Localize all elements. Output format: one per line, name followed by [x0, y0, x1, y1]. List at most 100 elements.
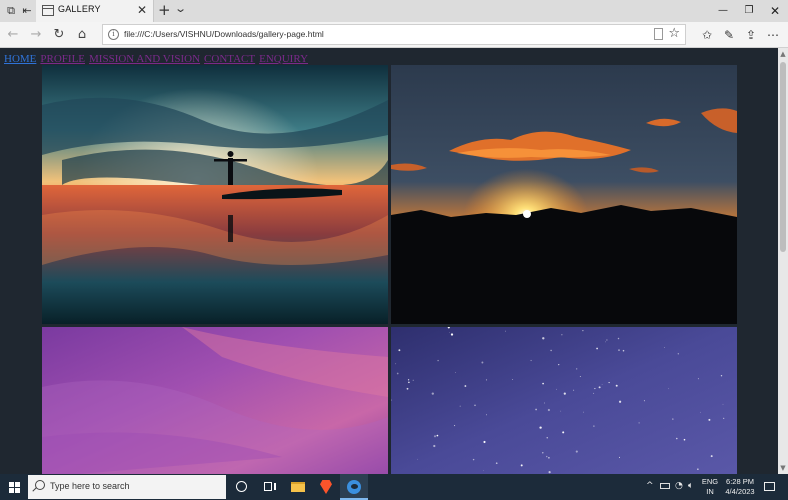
more-menu-icon[interactable]: ⋯: [764, 26, 782, 44]
star-dot: [546, 455, 548, 458]
favorites-icon[interactable]: ✩: [698, 26, 716, 44]
clock-time: 6:28 PM: [726, 477, 754, 486]
star-dot: [618, 400, 622, 403]
star-dot: [417, 458, 419, 460]
clock[interactable]: 6:28 PM 4/4/2023: [720, 477, 760, 497]
star-dot: [618, 349, 620, 352]
gallery-photo-starry-sky[interactable]: [391, 327, 737, 474]
close-window-button[interactable]: ✕: [762, 0, 788, 22]
clock-date: 4/4/2023: [725, 487, 755, 496]
nav-link-contact[interactable]: CONTACT: [204, 53, 255, 65]
back-icon[interactable]: ←: [4, 26, 22, 44]
star-dot: [396, 372, 399, 375]
star-dot: [530, 359, 532, 362]
star-dot: [708, 418, 711, 421]
star-dot: [436, 434, 439, 437]
star-dot: [505, 330, 506, 332]
language-code: ENG: [701, 477, 719, 486]
star-dot: [676, 437, 678, 440]
star-dot: [583, 411, 584, 413]
gallery-photo-purple-sky[interactable]: [42, 327, 388, 474]
star-dot: [512, 379, 514, 380]
star-dot: [722, 403, 724, 405]
nav-link-home[interactable]: HOME: [4, 53, 36, 65]
star-dot: [539, 426, 542, 429]
star-dot: [433, 444, 436, 448]
address-bar[interactable]: i file:///C:/Users/VISHNU/Downloads/gall…: [102, 24, 686, 45]
star-dot: [683, 438, 686, 441]
favorite-star-icon[interactable]: ☆: [668, 26, 680, 41]
star-dot: [395, 363, 397, 365]
star-dot: [449, 332, 450, 333]
nav-link-profile[interactable]: PROFILE: [40, 53, 85, 65]
start-icon[interactable]: [0, 474, 28, 500]
star-dot: [615, 384, 618, 387]
maximize-button[interactable]: ❐: [736, 0, 762, 22]
scroll-down-icon[interactable]: ▼: [779, 464, 787, 472]
page-scrollbar[interactable]: ▲ ▼: [778, 48, 788, 474]
star-dot: [547, 408, 551, 412]
task-view-icon[interactable]: [256, 474, 284, 500]
chevron-down-icon[interactable]: ⌄: [174, 2, 187, 15]
star-dot: [608, 382, 610, 384]
star-dot: [700, 411, 701, 413]
tab-actions-icon[interactable]: ⧉: [3, 3, 19, 19]
info-icon[interactable]: i: [108, 29, 119, 40]
notification-icon[interactable]: [764, 482, 775, 491]
star-dot: [454, 425, 456, 427]
star-dot: [560, 410, 562, 412]
reading-view-icon[interactable]: [654, 28, 663, 40]
file-explorer-icon[interactable]: [284, 474, 312, 500]
star-dot: [664, 347, 665, 348]
gallery-photo-silhouette-sunset[interactable]: [42, 65, 388, 324]
language-indicator[interactable]: ENG IN: [700, 477, 720, 497]
brave-icon[interactable]: [312, 474, 340, 500]
nav-link-mission-and-vision[interactable]: MISSION AND VISION: [89, 53, 200, 65]
cortana-icon[interactable]: [228, 474, 256, 500]
battery-icon[interactable]: [660, 483, 670, 489]
wifi-icon[interactable]: ◔: [675, 481, 683, 491]
star-dot: [542, 337, 545, 340]
gallery-photo-mountain-sunset[interactable]: [391, 65, 737, 324]
tray-chevron-icon[interactable]: ^: [646, 481, 654, 491]
star-dot: [544, 402, 545, 404]
star-dot: [556, 388, 557, 390]
close-tab-icon[interactable]: ✕: [137, 3, 147, 17]
star-dot: [720, 375, 723, 377]
scrollbar-thumb[interactable]: [780, 62, 786, 252]
star-dot: [593, 392, 595, 394]
star-dot: [495, 462, 498, 465]
star-dot: [677, 353, 679, 355]
star-dot: [643, 400, 645, 402]
set-aside-tabs-icon[interactable]: ⇤: [19, 3, 35, 19]
star-dot: [618, 456, 621, 458]
minimize-button[interactable]: —: [710, 0, 736, 22]
volume-icon[interactable]: 🔈︎: [688, 481, 693, 491]
star-dot: [697, 378, 699, 380]
star-dot: [450, 333, 454, 336]
tab-gallery[interactable]: GALLERY ✕: [36, 0, 154, 22]
address-url[interactable]: file:///C:/Users/VISHNU/Downloads/galler…: [124, 29, 324, 39]
scroll-up-icon[interactable]: ▲: [779, 50, 787, 58]
page-content: HOME PROFILE MISSION AND VISION CONTACT ENQU…: [0, 48, 778, 474]
star-dot: [535, 408, 537, 411]
star-dot: [596, 347, 599, 350]
edge-icon[interactable]: [340, 474, 368, 500]
home-icon[interactable]: ⌂: [73, 26, 91, 44]
star-dot: [437, 359, 439, 362]
notes-pen-icon[interactable]: ✎: [720, 26, 738, 44]
refresh-icon[interactable]: ↻: [50, 26, 68, 44]
star-dot: [710, 455, 713, 458]
taskbar-search-box[interactable]: Type here to search: [28, 475, 226, 499]
new-tab-button[interactable]: +: [158, 1, 171, 19]
star-dot: [472, 458, 475, 461]
star-dot: [576, 368, 578, 370]
nav-link-enquiry[interactable]: ENQUIRY: [259, 53, 308, 65]
star-dot: [542, 382, 544, 385]
star-dot: [617, 337, 620, 340]
title-bar: ⧉ ⇤ GALLERY ✕ + ⌄ — ❐ ✕: [0, 0, 788, 22]
browser-toolbar: ← → ↻ ⌂ i file:///C:/Users/VISHNU/Downlo…: [0, 22, 788, 48]
forward-icon[interactable]: →: [27, 26, 45, 44]
share-icon[interactable]: ⇪: [742, 26, 760, 44]
star-dot: [697, 468, 699, 470]
